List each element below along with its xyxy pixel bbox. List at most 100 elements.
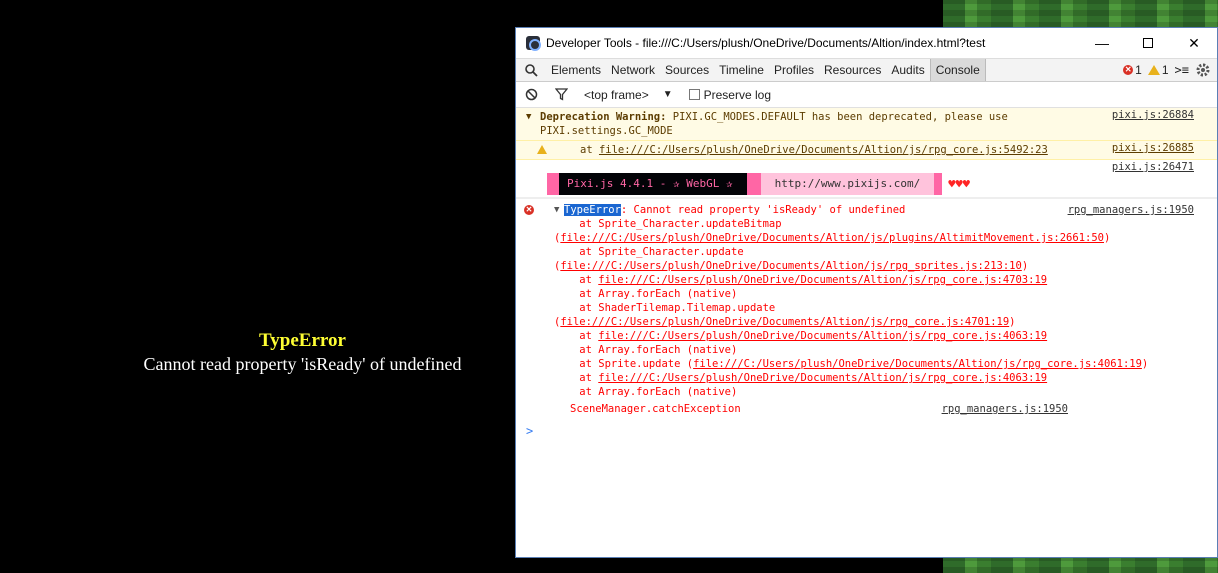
maximize-icon <box>1143 38 1153 48</box>
close-button[interactable]: ✕ <box>1171 28 1217 58</box>
stack-frame-text: at <box>554 330 599 342</box>
stack-frame-text: at Sprite_Character.update <box>554 246 744 258</box>
settings-gear-icon[interactable] <box>1195 62 1211 78</box>
error-source-link[interactable]: rpg_managers.js:1950 <box>1068 203 1194 217</box>
error-icon: ✕ <box>524 205 534 215</box>
minimize-button[interactable]: — <box>1079 28 1125 58</box>
game-tiles-top <box>943 0 1218 28</box>
tab-elements[interactable]: Elements <box>546 59 606 81</box>
warning-label: Deprecation Warning: <box>540 111 667 123</box>
warning-icon <box>1147 65 1160 75</box>
inspect-search-button[interactable] <box>516 63 546 77</box>
pixi-version-label: Pixi.js 4.4.1 - ✰ WebGL ✰ <box>559 173 747 195</box>
stack-frame-link[interactable]: file:///C:/Users/plush/OneDrive/Document… <box>693 358 1142 370</box>
stack-frame-text: at <box>554 372 599 384</box>
warning-count: 1 <box>1161 63 1169 77</box>
error-counter[interactable]: ✕ 1 <box>1123 63 1142 77</box>
stack-frame: at Array.forEach (native) <box>540 385 1097 399</box>
stack-frame: (file:///C:/Users/plush/OneDrive/Documen… <box>540 315 1097 329</box>
warning-trace-source-link[interactable]: pixi.js:26885 <box>1112 141 1194 155</box>
stack-frame: at ShaderTilemap.Tilemap.update <box>540 301 1097 315</box>
tab-network[interactable]: Network <box>606 59 660 81</box>
frame-selector-arrow-icon[interactable]: ▼ <box>663 89 673 100</box>
stack-frame-link[interactable]: file:///C:/Users/plush/OneDrive/Document… <box>598 330 1047 342</box>
stack-frame-suffix: ) <box>1009 316 1016 328</box>
tab-audits[interactable]: Audits <box>886 59 929 81</box>
warning-trace-link[interactable]: file:///C:/Users/plush/OneDrive/Document… <box>599 144 1048 156</box>
warning-trace-prefix: at <box>580 144 599 156</box>
stack-frame: at file:///C:/Users/plush/OneDrive/Docum… <box>540 273 1097 287</box>
devtools-toolbar: Elements Network Sources Timeline Profil… <box>516 58 1217 82</box>
tab-resources[interactable]: Resources <box>819 59 886 81</box>
pixi-banner-stripe <box>934 173 943 195</box>
error-header[interactable]: ▼ TypeError: Cannot read property 'isRea… <box>540 203 1097 217</box>
warning-trace: at file:///C:/Users/plush/OneDrive/Docum… <box>516 141 1217 160</box>
minimize-icon: — <box>1095 35 1109 51</box>
warning-message: ▼ Deprecation Warning: PIXI.GC_MODES.DEF… <box>516 108 1217 141</box>
filter-icon <box>554 88 568 101</box>
stack-frame-text: at Array.forEach (native) <box>554 344 738 356</box>
frame-selector[interactable]: <top frame> <box>584 88 649 102</box>
expand-triangle-icon[interactable]: ▼ <box>554 203 559 217</box>
stack-frame-text: at ShaderTilemap.Tilemap.update <box>554 302 776 314</box>
catch-exception-line: SceneManager.catchException rpg_managers… <box>540 402 1097 416</box>
stack-frame-suffix: ) <box>1021 260 1029 272</box>
preserve-log-checkbox[interactable] <box>688 89 700 100</box>
close-icon: ✕ <box>1188 34 1200 51</box>
stack-frame: at Sprite_Character.update <box>540 245 1097 259</box>
tab-sources[interactable]: Sources <box>660 59 714 81</box>
warning-counter[interactable]: 1 <box>1147 63 1169 77</box>
error-text: : Cannot read property 'isReady' of unde… <box>620 204 906 216</box>
stack-frame-text: at Array.forEach (native) <box>554 386 738 398</box>
stack-frame-link[interactable]: file:///C:/Users/plush/OneDrive/Document… <box>560 232 1104 244</box>
devtools-titlebar[interactable]: Developer Tools - file:///C:/Users/plush… <box>516 28 1217 58</box>
stack-frame-link[interactable]: file:///C:/Users/plush/OneDrive/Document… <box>560 316 1009 328</box>
pixi-hearts: ♥♥♥ <box>948 177 970 191</box>
error-type: TypeError <box>564 204 621 216</box>
tab-profiles[interactable]: Profiles <box>769 59 819 81</box>
stack-frame-text: at Sprite_Character.updateBitmap <box>554 218 782 230</box>
catch-source-link[interactable]: rpg_managers.js:1950 <box>942 402 1068 416</box>
preserve-log-label[interactable]: Preserve log <box>704 88 771 102</box>
warning-icon <box>537 145 547 154</box>
pixi-banner: Pixi.js 4.4.1 - ✰ WebGL ✰ http://www.pix… <box>547 173 970 195</box>
filter-button[interactable] <box>546 88 576 101</box>
console-output: ▼ Deprecation Warning: PIXI.GC_MODES.DEF… <box>516 108 1217 438</box>
console-filter-bar: <top frame> ▼ Preserve log <box>516 82 1217 108</box>
clear-console-button[interactable] <box>516 88 546 101</box>
expand-triangle-icon[interactable]: ▼ <box>526 110 531 124</box>
maximize-button[interactable] <box>1125 28 1171 58</box>
stack-frame-suffix: ) <box>1141 358 1149 370</box>
stack-frame: at Array.forEach (native) <box>540 343 1097 357</box>
stack-frame-link[interactable]: file:///C:/Users/plush/OneDrive/Document… <box>598 274 1047 286</box>
stack-frame-link[interactable]: file:///C:/Users/plush/OneDrive/Document… <box>598 372 1047 384</box>
stack-frame-text: at Array.forEach (native) <box>554 288 738 300</box>
stack-frame: (file:///C:/Users/plush/OneDrive/Documen… <box>540 231 1110 245</box>
warning-text: PIXI.GC_MODES.DEFAULT has been deprecate… <box>666 111 1008 123</box>
error-icon: ✕ <box>1123 65 1134 75</box>
window-title: Developer Tools - file:///C:/Users/plush… <box>546 36 986 50</box>
search-icon <box>524 63 538 77</box>
pixi-banner-message: pixi.js:26471 Pixi.js 4.4.1 - ✰ WebGL ✰ … <box>516 160 1217 198</box>
pixi-banner-stripe <box>746 173 761 195</box>
pixi-banner-stripe <box>547 173 559 195</box>
pixi-url[interactable]: http://www.pixijs.com/ <box>760 173 935 195</box>
warning-text-2: PIXI.settings.GC_MODE <box>540 125 673 137</box>
game-tiles-bottom <box>943 557 1218 573</box>
console-prompt[interactable]: > <box>516 424 1217 438</box>
warning-source-link[interactable]: pixi.js:26884 <box>1112 108 1194 122</box>
error-stack-trace: at Sprite_Character.updateBitmap (file:/… <box>540 217 1148 399</box>
stack-frame: at Sprite_Character.updateBitmap <box>540 217 1097 231</box>
pixi-source-link[interactable]: pixi.js:26471 <box>1112 160 1194 174</box>
clear-icon <box>525 88 537 101</box>
devtools-window: Developer Tools - file:///C:/Users/plush… <box>515 27 1218 558</box>
tab-timeline[interactable]: Timeline <box>714 59 769 81</box>
error-count: 1 <box>1135 63 1142 77</box>
stack-frame-link[interactable]: file:///C:/Users/plush/OneDrive/Document… <box>560 260 1021 272</box>
error-message: ✕ ▼ TypeError: Cannot read property 'isR… <box>516 198 1217 418</box>
drawer-toggle-icon[interactable]: >≡ <box>1175 63 1189 77</box>
tab-console[interactable]: Console <box>929 59 986 81</box>
catch-exception-text: SceneManager.catchException <box>570 403 741 415</box>
stack-frame: at file:///C:/Users/plush/OneDrive/Docum… <box>540 371 1097 385</box>
devtools-app-icon <box>526 36 541 51</box>
